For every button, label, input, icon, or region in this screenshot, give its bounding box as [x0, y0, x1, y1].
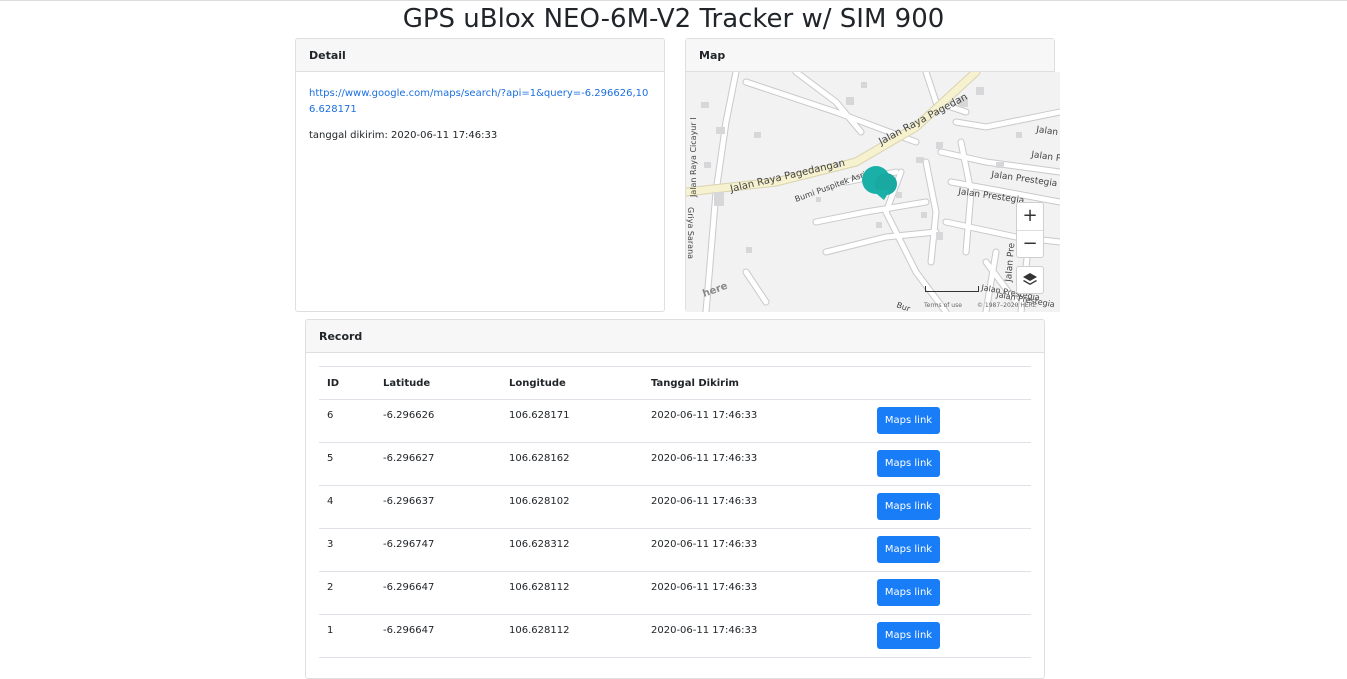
google-maps-link[interactable]: https://www.google.com/maps/search/?api=… [309, 86, 650, 118]
cell-id: 6 [327, 410, 334, 421]
layers-button[interactable] [1016, 266, 1044, 294]
map-card: Map Jalan Raya Pagedangan Jalan Raya Pag… [685, 38, 1060, 312]
table-header-row: ID Latitude Longitude Tanggal Dikirim [319, 366, 1031, 400]
record-table: ID Latitude Longitude Tanggal Dikirim 6 … [319, 366, 1031, 658]
road-label-cicayur: Jalan Raya Cicayur I [689, 117, 698, 198]
page-title: GPS uBlox NEO-6M-V2 Tracker w/ SIM 900 [402, 4, 945, 34]
cell-latitude: -6.296637 [383, 496, 435, 507]
map-tiles: Jalan Raya Pagedangan Jalan Raya Pagedan… [686, 72, 1060, 312]
map-card-header: Map [686, 39, 1054, 72]
cell-id: 1 [327, 625, 334, 636]
detail-card: Detail https://www.google.com/maps/searc… [295, 38, 665, 312]
cell-date: 2020-06-11 17:46:33 [651, 539, 758, 550]
detail-body: https://www.google.com/maps/search/?api=… [296, 72, 664, 143]
maps-link-button[interactable]: Maps link [877, 493, 940, 520]
map-scale-bar [925, 286, 979, 292]
cell-longitude: 106.628112 [509, 625, 570, 636]
cell-date: 2020-06-11 17:46:33 [651, 496, 758, 507]
maps-link-button[interactable]: Maps link [877, 579, 940, 606]
maps-link-button[interactable]: Maps link [877, 450, 940, 477]
column-header-action [869, 366, 1031, 400]
map-view[interactable]: Jalan Raya Pagedangan Jalan Raya Pagedan… [686, 72, 1060, 312]
cell-id: 2 [327, 582, 334, 593]
column-header-date: Tanggal Dikirim [643, 366, 869, 400]
road-label-bur: Bur [895, 300, 912, 312]
record-card-header: Record [306, 320, 1044, 353]
sent-timestamp: tanggal dikirim: 2020-06-11 17:46:33 [309, 130, 498, 141]
zoom-control: + − [1016, 202, 1044, 258]
table-row: 6 -6.296626 106.628171 2020-06-11 17:46:… [319, 399, 1031, 443]
cell-longitude: 106.628162 [509, 453, 570, 464]
cell-longitude: 106.628102 [509, 496, 570, 507]
cell-date: 2020-06-11 17:46:33 [651, 410, 758, 421]
cell-latitude: -6.296647 [383, 625, 435, 636]
table-row: 1 -6.296647 106.628112 2020-06-11 17:46:… [319, 614, 1031, 658]
record-card: Record ID Latitude Longitude Tanggal Dik… [305, 319, 1045, 679]
top-divider [0, 0, 1347, 1]
cell-longitude: 106.628312 [509, 539, 570, 550]
table-row: 5 -6.296627 106.628162 2020-06-11 17:46:… [319, 442, 1031, 486]
cell-id: 5 [327, 453, 334, 464]
maps-link-button[interactable]: Maps link [877, 407, 940, 434]
cell-date: 2020-06-11 17:46:33 [651, 582, 758, 593]
cell-longitude: 106.628112 [509, 582, 570, 593]
map-copyright: © 1987–2020 HERE [977, 302, 1037, 309]
cell-latitude: -6.296626 [383, 410, 435, 421]
cell-longitude: 106.628171 [509, 410, 570, 421]
column-header-latitude: Latitude [375, 366, 501, 400]
cell-latitude: -6.296747 [383, 539, 435, 550]
cell-id: 4 [327, 496, 334, 507]
table-row: 4 -6.296637 106.628102 2020-06-11 17:46:… [319, 485, 1031, 529]
cell-latitude: -6.296647 [383, 582, 435, 593]
table-row: 3 -6.296747 106.628312 2020-06-11 17:46:… [319, 528, 1031, 572]
layers-icon [1023, 273, 1037, 285]
map-terms-link[interactable]: Terms of use [924, 302, 962, 309]
road-label-griya: Griya Sarana [686, 207, 695, 259]
zoom-in-button[interactable]: + [1017, 203, 1043, 231]
cell-latitude: -6.296627 [383, 453, 435, 464]
maps-link-button[interactable]: Maps link [877, 622, 940, 649]
cell-date: 2020-06-11 17:46:33 [651, 625, 758, 636]
column-header-longitude: Longitude [501, 366, 643, 400]
maps-link-button[interactable]: Maps link [877, 536, 940, 563]
cell-date: 2020-06-11 17:46:33 [651, 453, 758, 464]
road-label-jalan-1: Jalan [1035, 125, 1059, 138]
detail-card-header: Detail [296, 39, 664, 72]
cell-id: 3 [327, 539, 334, 550]
table-row: 2 -6.296647 106.628112 2020-06-11 17:46:… [319, 571, 1031, 615]
road-label-jalan-2: Jalan Pre [1030, 150, 1060, 166]
zoom-out-button[interactable]: − [1017, 231, 1043, 258]
column-header-id: ID [319, 366, 375, 400]
